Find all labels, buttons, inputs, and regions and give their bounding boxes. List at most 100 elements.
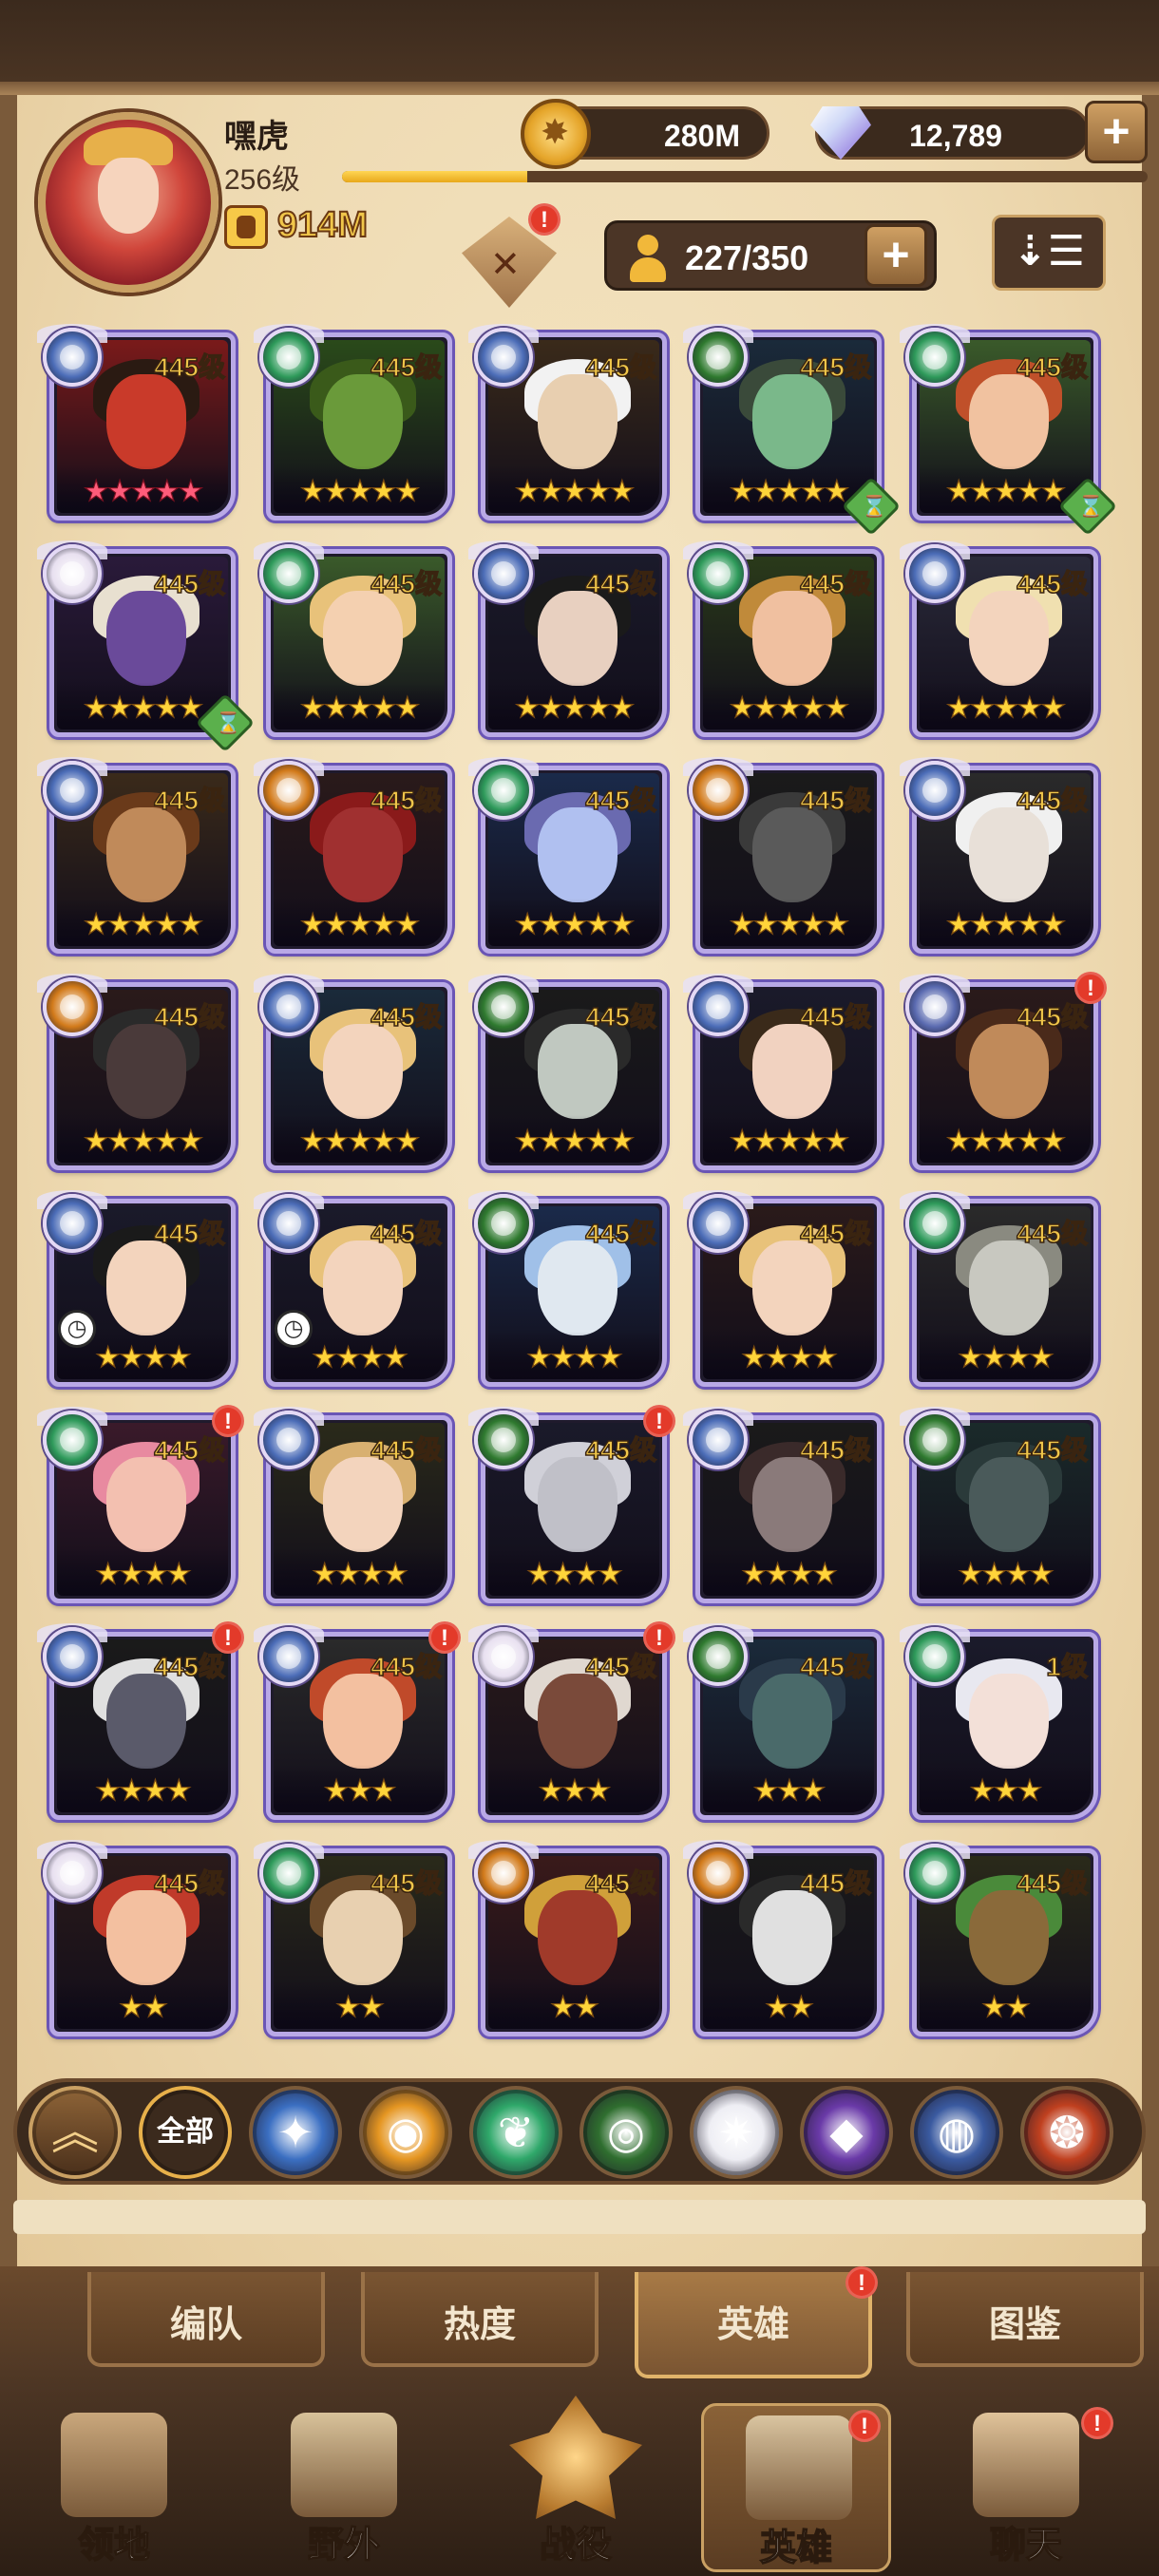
hero-card[interactable]: 445级 ★★★★★ [37,324,236,521]
hero-card[interactable]: 445级 ★★★★★ [683,974,882,1170]
hero-card[interactable]: 445级 ★★★★★ [254,540,452,737]
filter-draconis-button[interactable]: ❂ [1020,2086,1113,2179]
mauler-faction-icon [689,761,748,820]
hero-card[interactable]: 445级 ★★★★ [900,1190,1098,1387]
hero-card[interactable]: 445级 ★★★★★ [37,757,236,954]
hero-stars: ★★★★ [958,1558,1055,1590]
wilder-faction-icon [905,328,964,387]
hero-card[interactable]: 445级 ★★★★ [254,1407,452,1603]
hero-card[interactable]: 445级 ★★★★! [37,1621,244,1820]
hero-level: 445级 [154,1218,226,1249]
hero-card[interactable]: 445级 ★★★★ ◷ [37,1190,236,1387]
hero-card[interactable]: 445级 ★★ [900,1840,1098,2036]
hero-card[interactable]: 445级 ★★★★! [468,1405,675,1603]
hero-stars: ★★★★★ [945,691,1067,724]
wilder-faction-icon [689,544,748,603]
hero-level: 445级 [370,785,443,816]
filter-graveborn-button[interactable]: ◎ [580,2086,673,2179]
nav-territory[interactable]: 领地 [19,2403,209,2572]
hero-card[interactable]: 445级 ★★★★ [683,1190,882,1387]
hero-card[interactable]: 1级 ★★★ [900,1623,1098,1820]
hero-level: 445级 [1016,1434,1089,1466]
hero-level: 445级 [800,785,872,816]
hero-card[interactable]: 445级 ★★★★ [468,1190,667,1387]
xp-fill [342,171,528,182]
hero-card[interactable]: 445级 ★★★★ [683,1407,882,1603]
tab-heroes[interactable]: 英雄! [635,2266,878,2378]
lightbearer-faction-icon [689,977,748,1036]
hero-level: 445级 [800,568,872,599]
lightbearer-faction-icon [43,328,102,387]
lightbearer-faction-icon [474,544,533,603]
hero-card[interactable]: 445级 ★★★★★ [900,324,1118,537]
draconis-icon: ❂ [1048,2108,1086,2157]
hero-card[interactable]: 445级 ★★★★★ [468,324,667,521]
hero-card[interactable]: 445级 ★★★★ ◷ [254,1190,452,1387]
tab-popularity[interactable]: 热度 [361,2272,598,2367]
nav-campaign[interactable]: 战役 [481,2396,671,2572]
hero-stars: ★★★★★ [83,1125,204,1157]
player-avatar[interactable] [38,112,218,293]
filter-mauler-button[interactable]: ◉ [359,2086,452,2179]
hero-card[interactable]: 445级 ★★★★★! [900,972,1107,1170]
filter-collapse-button[interactable]: ︽ [28,2086,122,2179]
hero-level: 445级 [154,1651,226,1682]
filter-lightbearer-button[interactable]: ✦ [249,2086,342,2179]
hero-level: 1级 [1046,1651,1089,1682]
hero-card[interactable]: 445级 ★★ [683,1840,882,2036]
hypogean-icon: ◆ [829,2108,864,2157]
hero-alert-badge: ! [643,1405,675,1437]
hero-stars: ★★★★★ [83,908,204,940]
wilder-faction-icon [905,1627,964,1686]
hero-stars: ★★★★ [526,1558,624,1590]
hero-card[interactable]: 445级 ★★ [37,1840,236,2036]
hero-stars: ★★★★★ [945,1125,1067,1157]
tab-codex[interactable]: 图鉴 [906,2272,1144,2367]
hero-card[interactable]: 445级 ★★★! [468,1621,675,1820]
hero-card[interactable]: 445级 ★★★ [683,1623,882,1820]
hero-card[interactable]: 445级 ★★ [254,1840,452,2036]
filter-all-button[interactable]: 全部 [139,2086,232,2179]
wilder-faction-icon [259,1844,318,1903]
graveborn-icon: ◎ [606,2108,646,2157]
nav-chat[interactable]: 聊天! [931,2403,1121,2572]
hero-card[interactable]: 445级 ★★★★★ [468,757,667,954]
hero-card[interactable]: 445级 ★★★★★ [900,540,1098,737]
hero-stars: ★★★★★ [299,908,421,940]
hero-level: 445级 [585,1434,657,1466]
hero-card[interactable]: 445级 ★★ [468,1840,667,2036]
hero-card[interactable]: 445级 ★★★★★ [37,974,236,1170]
sort-button[interactable]: ⇣☰ [992,215,1106,291]
hero-card[interactable]: 445级 ★★★★★ [468,974,667,1170]
hero-card[interactable]: 445级 ★★★★★ [683,324,902,537]
hero-stars: ★★ [764,1991,814,2023]
celestial-faction-icon [474,1627,533,1686]
add-hero-slots-button[interactable]: + [864,224,927,287]
filter-wilder-button[interactable]: ❦ [469,2086,562,2179]
nav-wilderness[interactable]: 野外 [249,2403,439,2572]
hero-card[interactable]: 445级 ★★★★★ [900,757,1098,954]
hero-stars: ★★★★ [526,1341,624,1373]
filter-dimensional-button[interactable]: ◍ [910,2086,1003,2179]
nav-heroes[interactable]: 英雄! [701,2403,891,2572]
hero-card[interactable]: 445级 ★★★★★ [254,757,452,954]
guild-alert-badge: ! [528,203,560,236]
tab-formation[interactable]: 编队 [87,2272,325,2367]
hero-card[interactable]: 445级 ★★★★ [900,1407,1098,1603]
wilder-faction-icon [259,544,318,603]
hero-level: 445级 [1016,1001,1089,1032]
filter-hypogean-button[interactable]: ◆ [800,2086,893,2179]
hero-stars: ★★★ [752,1774,826,1807]
hero-card[interactable]: 445级 ★★★★! [37,1405,244,1603]
hero-card[interactable]: 445级 ★★★★★ [683,757,882,954]
hero-card[interactable]: 445级 ★★★★★ [683,540,882,737]
hero-card[interactable]: 445级 ★★★★★ [37,540,256,753]
hero-card[interactable]: 445级 ★★★! [254,1621,461,1820]
hero-level: 445级 [1016,785,1089,816]
hero-card[interactable]: 445级 ★★★★★ [254,324,452,521]
hero-card[interactable]: 445级 ★★★★★ [468,540,667,737]
hero-card[interactable]: 445级 ★★★★★ [254,974,452,1170]
filter-celestial-button[interactable]: ✷ [690,2086,783,2179]
add-gems-button[interactable]: + [1085,101,1148,163]
hero-stars: ★★ [980,1991,1031,2023]
